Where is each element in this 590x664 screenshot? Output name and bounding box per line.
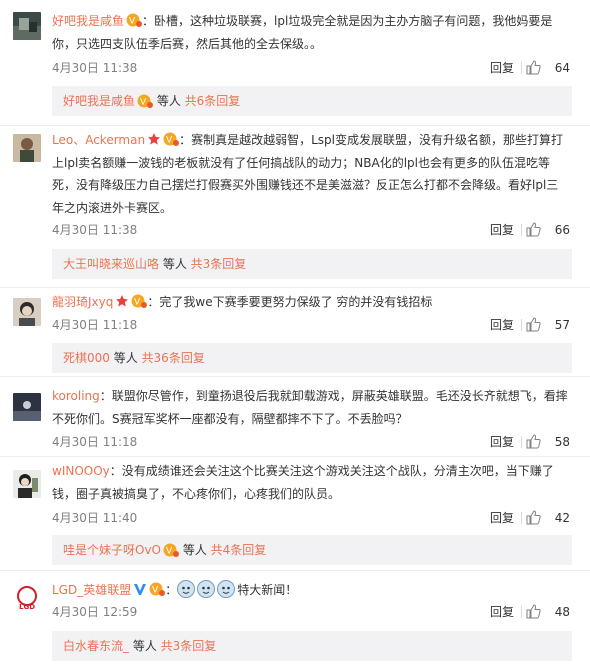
thumbs-up-icon bbox=[526, 222, 541, 237]
avatar[interactable] bbox=[13, 12, 41, 40]
comment-time: 4月30日 11:38 bbox=[52, 61, 138, 75]
thumbs-up-icon bbox=[526, 317, 541, 332]
reply-count-link[interactable]: 共4条回复 bbox=[211, 543, 267, 557]
vip-badge-icon: V bbox=[163, 543, 179, 557]
avatar[interactable] bbox=[13, 393, 41, 421]
reply-username[interactable]: 大王叫晓来巡山咯 bbox=[63, 257, 159, 271]
reply-summary[interactable]: 大王叫晓来巡山咯 等人 共3条回复 bbox=[52, 249, 572, 279]
like-count: 64 bbox=[554, 61, 570, 75]
reply-summary[interactable]: 好吧我是咸鱼 V 等人 共6条回复 bbox=[52, 86, 572, 116]
divider bbox=[521, 224, 522, 236]
star-badge-icon bbox=[115, 294, 129, 308]
vip-badge-icon: V bbox=[131, 294, 148, 308]
comment-text: 完了我we下赛季要更努力保级了 穷的并没有钱招标 bbox=[159, 295, 433, 309]
divider bbox=[0, 570, 590, 571]
reply-summary[interactable]: 哇是个妹子呀OvO V 等人 共4条回复 bbox=[52, 535, 572, 565]
thumbs-up-icon bbox=[526, 604, 541, 619]
vip-badge-icon: V bbox=[163, 132, 180, 146]
comment-username[interactable]: koroling bbox=[52, 389, 100, 403]
like-count: 42 bbox=[554, 511, 570, 525]
thumbs-up-icon bbox=[526, 60, 541, 75]
divider bbox=[521, 62, 522, 74]
svg-text:V: V bbox=[134, 298, 141, 308]
divider bbox=[521, 436, 522, 448]
divider bbox=[521, 606, 522, 618]
comment-username[interactable]: Leo、Ackerman bbox=[52, 133, 145, 147]
reply-username[interactable]: 哇是个妹子呀OvO bbox=[63, 543, 161, 557]
svg-text:V: V bbox=[152, 586, 159, 596]
vip-badge-icon: V bbox=[149, 582, 166, 596]
reply-username[interactable]: 白水春东流_ bbox=[63, 639, 129, 653]
comment-time: 4月30日 11:38 bbox=[52, 223, 138, 237]
vip-badge-icon: V bbox=[126, 13, 143, 27]
reply-button[interactable]: 回复 bbox=[490, 602, 514, 622]
thumbs-up-icon bbox=[526, 434, 541, 449]
divider bbox=[0, 376, 590, 377]
reply-username[interactable]: 死棋000 bbox=[63, 351, 110, 365]
svg-text:V: V bbox=[166, 136, 173, 146]
verified-badge-icon bbox=[133, 582, 147, 596]
star-badge-icon bbox=[147, 132, 161, 146]
reply-others: 等人 bbox=[153, 94, 185, 108]
comment-time: 4月30日 11:18 bbox=[52, 435, 138, 449]
reply-count-link[interactable]: 共3条回复 bbox=[191, 257, 247, 271]
comment-text: 特大新闻！ bbox=[237, 583, 298, 597]
comment-time: 4月30日 11:40 bbox=[52, 511, 138, 525]
reply-others: 等人 bbox=[129, 639, 161, 653]
reply-others: 等人 bbox=[109, 351, 142, 365]
comment-text: 联盟你尽管作，到童扬退役后我就卸载游戏，屏蔽英雄联盟。毛还没长齐就想飞，看摔不死… bbox=[52, 389, 568, 426]
svg-text:V: V bbox=[166, 547, 173, 557]
reply-count-link[interactable]: 共3条回复 bbox=[161, 639, 217, 653]
reply-button[interactable]: 回复 bbox=[490, 58, 514, 78]
thumbs-up-icon bbox=[526, 510, 541, 525]
reply-count-link[interactable]: 共6条回复 bbox=[185, 94, 241, 108]
comment-time: 4月30日 11:18 bbox=[52, 318, 138, 332]
reply-count-link[interactable]: 共36条回复 bbox=[142, 351, 205, 365]
svg-text:V: V bbox=[140, 98, 147, 108]
comment-username[interactable]: wINOOOy bbox=[52, 464, 110, 478]
comment-username[interactable]: 龍羽琦Jxyq bbox=[52, 295, 113, 309]
avatar[interactable] bbox=[13, 134, 41, 162]
like-count: 58 bbox=[554, 435, 570, 449]
divider bbox=[521, 319, 522, 331]
divider bbox=[521, 512, 522, 524]
reply-button[interactable]: 回复 bbox=[490, 508, 514, 528]
divider bbox=[0, 125, 590, 126]
svg-text:V: V bbox=[129, 17, 136, 27]
reply-others: 等人 bbox=[159, 257, 191, 271]
reply-button[interactable]: 回复 bbox=[490, 220, 514, 240]
avatar[interactable] bbox=[13, 470, 41, 498]
like-count: 48 bbox=[554, 605, 570, 619]
comment-username[interactable]: LGD_英雄联盟 bbox=[52, 583, 131, 597]
reply-button[interactable]: 回复 bbox=[490, 315, 514, 335]
reply-username[interactable]: 好吧我是咸鱼 bbox=[63, 94, 135, 108]
reply-summary[interactable]: 白水春东流_ 等人 共3条回复 bbox=[52, 631, 572, 661]
vip-badge-icon: V bbox=[137, 94, 154, 108]
comment-text: 没有成绩谁还会关注这个比赛关注这个游戏关注这个战队，分清主次吧，当下赚了钱，圈子… bbox=[52, 464, 554, 501]
reply-summary[interactable]: 死棋000 等人 共36条回复 bbox=[52, 343, 572, 373]
reply-button[interactable]: 回复 bbox=[490, 432, 514, 452]
like-count: 57 bbox=[554, 318, 570, 332]
svg-text:LGD: LGD bbox=[19, 603, 35, 611]
like-count: 66 bbox=[554, 223, 570, 237]
reply-others: 等人 bbox=[179, 543, 211, 557]
comment-username[interactable]: 好吧我是咸鱼 bbox=[52, 14, 124, 28]
divider bbox=[0, 456, 590, 457]
divider bbox=[0, 287, 590, 288]
avatar[interactable]: LGD bbox=[13, 584, 41, 612]
avatar[interactable] bbox=[13, 298, 41, 326]
comment-time: 4月30日 12:59 bbox=[52, 605, 138, 619]
